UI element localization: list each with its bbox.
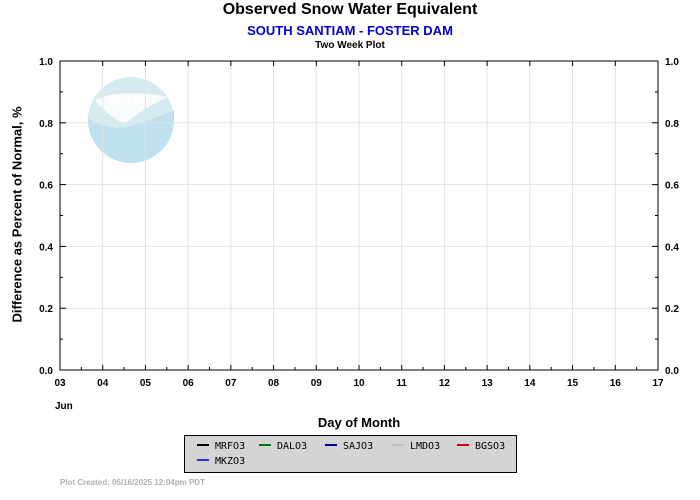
y-tick-label: 1.0 — [39, 57, 53, 68]
legend-label: BGSO3 — [475, 441, 506, 452]
x-tick-label: 12 — [439, 378, 451, 389]
legend-label: MKZO3 — [215, 456, 246, 467]
x-tick-label: 09 — [311, 378, 323, 389]
y-tick-label-right: 1.0 — [665, 57, 679, 68]
legend-swatch — [325, 444, 337, 446]
y-tick-label: 0.0 — [39, 366, 53, 377]
y-tick-label-right: 0.0 — [665, 366, 679, 377]
legend-swatch — [457, 444, 469, 446]
y-tick-label: 0.2 — [39, 304, 53, 315]
x-tick-label: 06 — [183, 378, 195, 389]
y-tick-label-right: 0.4 — [665, 242, 679, 253]
noaa-logo-icon: NOAA — [88, 77, 174, 163]
legend-swatch — [197, 459, 209, 461]
legend-label: DALO3 — [277, 441, 308, 452]
x-month-label: Jun — [55, 401, 73, 412]
x-tick-label: 11 — [396, 378, 407, 389]
legend-item: BGSO3 — [457, 441, 505, 453]
legend-item: DALO3 — [259, 441, 307, 453]
legend-label: SAJO3 — [343, 441, 374, 452]
x-tick-label: 17 — [652, 378, 664, 389]
legend-label: LMDO3 — [410, 441, 441, 452]
x-axis-label: Day of Month — [317, 415, 401, 430]
x-tick-label: 03 — [54, 378, 66, 389]
legend: MRFO3 DALO3 SAJO3 LMDO3 BGSO3 MKZO3 — [184, 435, 517, 473]
y-tick-label: 0.6 — [39, 181, 53, 192]
legend-item: LMDO3 — [392, 441, 440, 453]
x-tick-label: 08 — [268, 378, 280, 389]
y-tick-label-right: 0.8 — [665, 119, 679, 130]
x-tick-label: 04 — [97, 378, 109, 389]
legend-swatch — [259, 444, 271, 446]
legend-item: MKZO3 — [197, 456, 245, 468]
legend-label: MRFO3 — [215, 441, 246, 452]
x-tick-label: 10 — [353, 378, 365, 389]
x-tick-label: 07 — [225, 378, 237, 389]
x-tick-label: 13 — [482, 378, 494, 389]
legend-swatch — [197, 444, 209, 446]
x-tick-label: 05 — [140, 378, 152, 389]
plot-created-footer: Plot Created: 06/16/2025 12:04pm PDT — [60, 478, 205, 487]
legend-item: MRFO3 — [197, 441, 245, 453]
y-tick-label: 0.4 — [39, 242, 53, 253]
legend-item: SAJO3 — [325, 441, 373, 453]
x-tick-label: 14 — [524, 378, 536, 389]
y-tick-label-right: 0.2 — [665, 304, 679, 315]
y-tick-label-right: 0.6 — [665, 181, 679, 192]
x-tick-label: 16 — [610, 378, 622, 389]
legend-swatch — [392, 444, 404, 446]
y-tick-label: 0.8 — [39, 119, 53, 130]
x-tick-label: 15 — [567, 378, 579, 389]
